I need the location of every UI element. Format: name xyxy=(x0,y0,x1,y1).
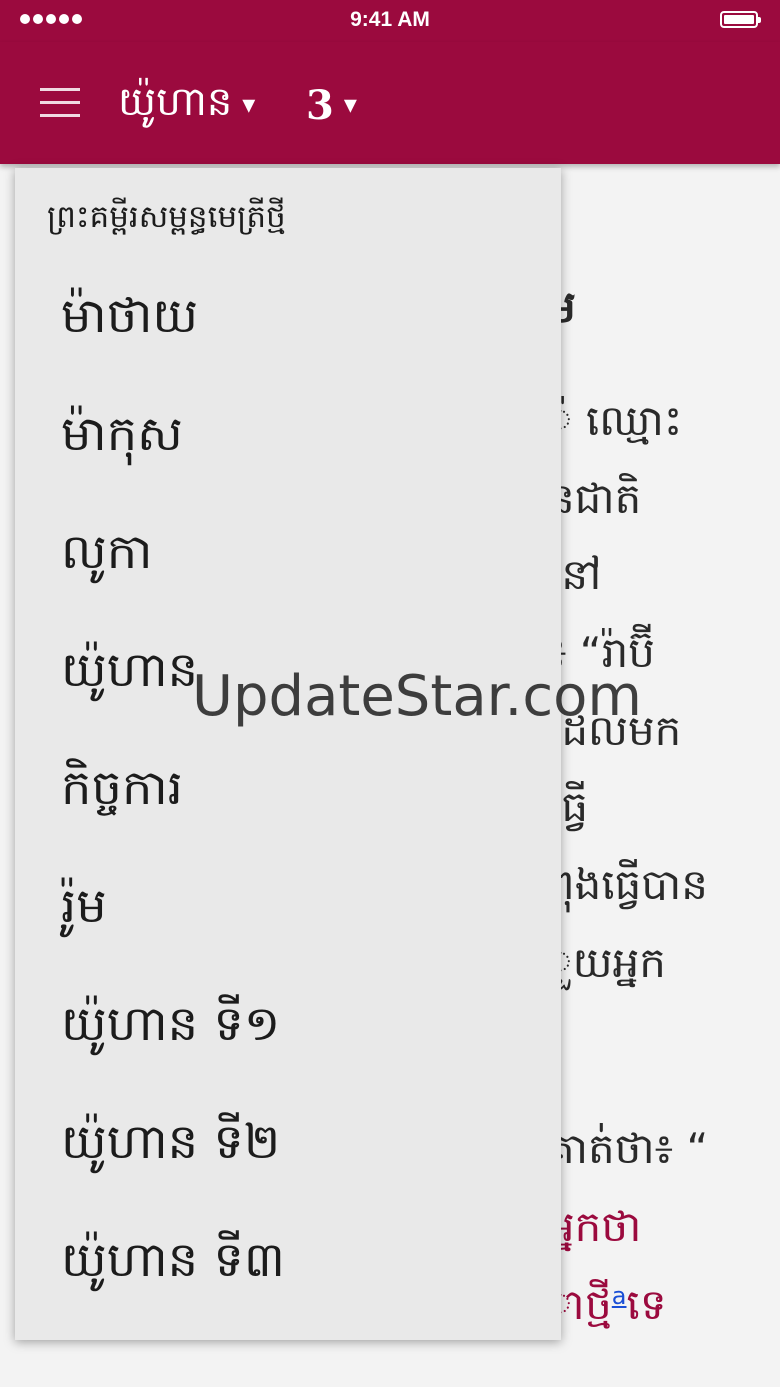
words-of-jesus-text: អ្នកថា xyxy=(548,1202,642,1251)
book-item[interactable]: យ៉ូហាន ទី២ xyxy=(61,1112,280,1182)
verse-text: ួយអ្នក xyxy=(548,938,666,987)
app-bar: យ៉ូហាន ▾ 3 ▾ xyxy=(0,42,780,164)
book-item[interactable]: យ៉ូហាន ទី១ xyxy=(61,994,280,1064)
battery-icon xyxy=(720,11,761,28)
chapter-selector[interactable]: 3 ▾ xyxy=(306,70,357,140)
book-title: យ៉ូហាន xyxy=(118,78,233,125)
book-item[interactable]: រ៉ូម xyxy=(61,876,107,946)
verse-text: ៖ “រ៉ាប៊ី xyxy=(548,628,655,677)
chapter-number: 3 xyxy=(306,81,334,129)
book-item[interactable]: យ៉ូហាន xyxy=(61,640,198,710)
words-of-jesus-text: ទេ xyxy=(626,1280,667,1329)
book-item[interactable]: យ៉ូហាន ទី៣ xyxy=(61,1230,285,1300)
verse-text: ដែលមក xyxy=(548,706,682,755)
footnote-link[interactable]: a xyxy=(612,1282,627,1310)
book-item[interactable]: លូកា xyxy=(61,522,152,592)
book-selector[interactable]: យ៉ូហាន ▾ xyxy=(118,70,255,140)
words-of-jesus-text: ាថ្មីaទេ xyxy=(548,1278,667,1340)
testament-header: ព្រះគម្ពីរសម្ពន្ធមេត្រីថ្មី xyxy=(47,199,286,235)
verse-text: ៉ ឈ្មោះ xyxy=(548,396,683,445)
book-dropdown-caret-icon: ▾ xyxy=(242,90,256,120)
chapter-dropdown-caret-icon: ▾ xyxy=(343,90,357,120)
book-item[interactable]: កិច្ចការ xyxy=(61,758,183,828)
status-bar: 9:41 AM xyxy=(0,0,780,42)
verse-text: ពុងធ្វើបាន xyxy=(548,860,708,909)
hamburger-menu-icon[interactable] xyxy=(40,88,80,118)
book-item[interactable]: ម៉ាកុស xyxy=(61,404,183,474)
verse-text: គាត់ថា៖ “ xyxy=(548,1124,709,1173)
book-dropdown-menu: ព្រះគម្ពីរសម្ពន្ធមេត្រីថ្មី ម៉ាថាយ ម៉ាកុ… xyxy=(15,168,561,1340)
book-item[interactable]: ម៉ាថាយ xyxy=(61,286,198,356)
status-time: 9:41 AM xyxy=(350,8,430,31)
verse-text: នជាតិ xyxy=(548,474,642,523)
